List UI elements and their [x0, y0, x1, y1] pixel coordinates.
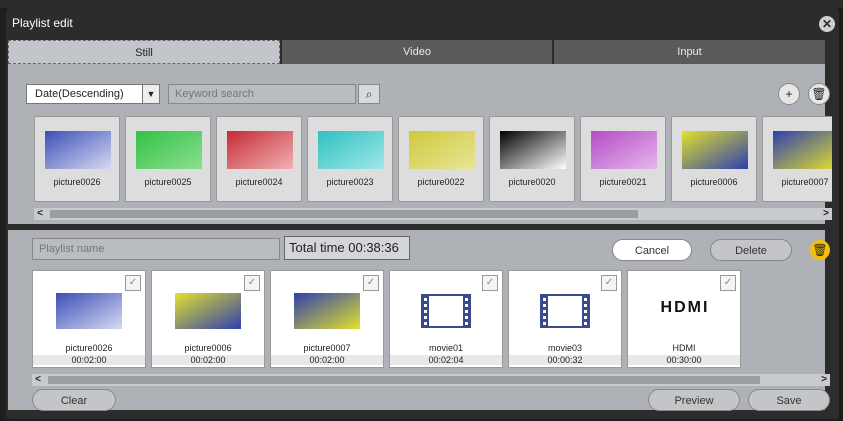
playlist-item[interactable]: ✓ movie01 00:02:04	[389, 270, 503, 368]
playlist-name-input[interactable]: Playlist name	[32, 238, 280, 260]
library-thumbnails: picture0026 picture0025 picture0024 pict…	[34, 116, 832, 202]
tab-video[interactable]: Video	[282, 40, 552, 64]
save-button[interactable]: Save	[748, 389, 830, 411]
tab-input[interactable]: Input	[554, 40, 825, 64]
library-item[interactable]: picture0023	[307, 116, 393, 202]
trash-icon[interactable]: 🗑	[808, 83, 830, 105]
clear-button[interactable]: Clear	[32, 389, 116, 411]
library-item-label: picture0024	[235, 177, 283, 187]
hdmi-logo-icon: HDMI	[660, 299, 710, 316]
checkbox-icon[interactable]: ✓	[244, 275, 260, 291]
playlist-item-label: movie01	[428, 343, 464, 353]
library-item-label: picture0006	[690, 177, 738, 187]
checkbox-icon[interactable]: ✓	[601, 275, 617, 291]
playlist-item-time: 00:02:04	[390, 355, 502, 365]
search-icon[interactable]: ⌕	[358, 84, 380, 104]
film-icon	[540, 293, 590, 329]
chevron-down-icon[interactable]: ▼	[142, 85, 159, 103]
playlist-item[interactable]: ✓ picture0006 00:02:00	[151, 270, 265, 368]
scroll-left-icon[interactable]: <	[32, 374, 44, 386]
library-item[interactable]: picture0022	[398, 116, 484, 202]
playlist-item-label: picture0006	[184, 343, 232, 353]
thumbnail	[773, 131, 832, 169]
playlist-item-time: 00:30:00	[628, 355, 740, 365]
close-icon[interactable]: ✕	[819, 16, 835, 32]
library-item-label: picture0026	[53, 177, 101, 187]
checkbox-icon[interactable]: ✓	[363, 275, 379, 291]
playlist-item-label: picture0007	[303, 343, 351, 353]
library-item-label: picture0025	[144, 177, 192, 187]
library-item[interactable]: picture0021	[580, 116, 666, 202]
library-item-label: picture0023	[326, 177, 374, 187]
total-time: Total time 00:38:36	[284, 236, 410, 260]
thumbnail	[682, 131, 748, 169]
library-item-label: picture0021	[599, 177, 647, 187]
playlist-item-time: 00:00:32	[509, 355, 621, 365]
library-item[interactable]: picture0006	[671, 116, 757, 202]
scroll-right-icon[interactable]: >	[818, 374, 830, 386]
thumbnail	[318, 131, 384, 169]
preview-button[interactable]: Preview	[648, 389, 740, 411]
playlist-item-time: 00:02:00	[33, 355, 145, 365]
library-item[interactable]: picture0025	[125, 116, 211, 202]
background-strip	[0, 0, 843, 8]
playlist-item[interactable]: ✓ HDMI HDMI 00:30:00	[627, 270, 741, 368]
sort-select-value: Date(Descending)	[35, 88, 124, 100]
thumbnail	[591, 131, 657, 169]
library-item-label: picture0022	[417, 177, 465, 187]
scrollbar-thumb[interactable]	[48, 376, 760, 384]
playlist-item[interactable]: ✓ picture0007 00:02:00	[270, 270, 384, 368]
trash-icon[interactable]: 🗑	[810, 240, 830, 260]
library-item-label: picture0020	[508, 177, 556, 187]
scroll-right-icon[interactable]: >	[820, 208, 832, 220]
thumbnail	[56, 293, 122, 329]
checkbox-icon[interactable]: ✓	[125, 275, 141, 291]
library-item[interactable]: picture0020	[489, 116, 575, 202]
add-icon[interactable]: +	[778, 83, 800, 105]
playlist-item[interactable]: ✓ picture0026 00:02:00	[32, 270, 146, 368]
sort-select[interactable]: Date(Descending) ▼	[26, 84, 160, 104]
thumbnail	[175, 293, 241, 329]
playlist-item-label: picture0026	[65, 343, 113, 353]
library-item[interactable]: picture0026	[34, 116, 120, 202]
film-icon	[421, 293, 471, 329]
checkbox-icon[interactable]: ✓	[720, 275, 736, 291]
playlist-item[interactable]: ✓ movie03 00:00:32	[508, 270, 622, 368]
thumbnail	[227, 131, 293, 169]
thumbnail	[500, 131, 566, 169]
tab-still[interactable]: Still	[8, 40, 280, 64]
library-scrollbar[interactable]: < >	[34, 208, 832, 220]
library-item[interactable]: picture0007	[762, 116, 832, 202]
playlist-item-time: 00:02:00	[152, 355, 264, 365]
thumbnail	[136, 131, 202, 169]
window-title: Playlist edit	[12, 16, 73, 30]
thumbnail	[409, 131, 475, 169]
cancel-button[interactable]: Cancel	[612, 239, 692, 261]
thumbnail	[45, 131, 111, 169]
playlist-item-time: 00:02:00	[271, 355, 383, 365]
scroll-left-icon[interactable]: <	[34, 208, 46, 220]
playlist-item-label: HDMI	[672, 343, 696, 353]
delete-button[interactable]: Delete	[710, 239, 792, 261]
keyword-search-input[interactable]: Keyword search	[168, 84, 356, 104]
library-item[interactable]: picture0024	[216, 116, 302, 202]
playlist-item-label: movie03	[547, 343, 583, 353]
playlist-scrollbar[interactable]: < >	[32, 374, 830, 386]
checkbox-icon[interactable]: ✓	[482, 275, 498, 291]
thumbnail	[294, 293, 360, 329]
source-tabs: Still Video Input	[8, 40, 825, 64]
library-item-label: picture0007	[781, 177, 829, 187]
scrollbar-thumb[interactable]	[50, 210, 638, 218]
